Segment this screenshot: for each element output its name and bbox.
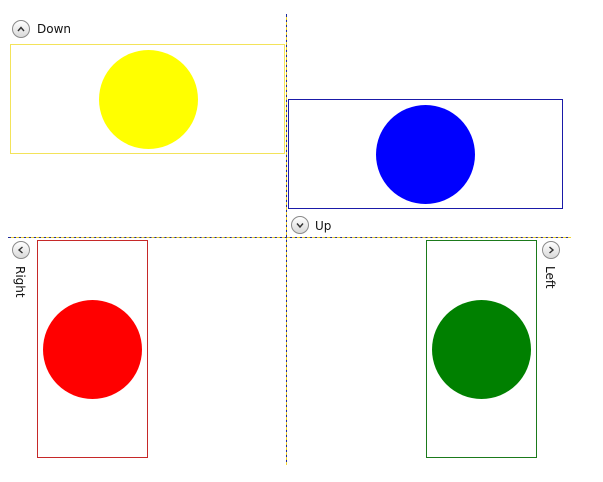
chevron-left-icon — [17, 246, 23, 254]
chevron-up-icon — [17, 26, 25, 32]
expander-left-content — [426, 240, 537, 458]
expander-right-header[interactable]: Right — [13, 266, 27, 298]
expander-left-toggle[interactable] — [542, 241, 560, 259]
blue-circle — [376, 105, 475, 204]
horizontal-grid-line — [8, 237, 568, 238]
green-circle — [432, 300, 531, 399]
chevron-right-icon — [549, 246, 555, 254]
window-content: Down Up Right Left — [0, 0, 603, 482]
expander-down-header[interactable]: Down — [37, 22, 71, 36]
expander-up-content — [288, 99, 563, 209]
expander-left-header[interactable]: Left — [543, 266, 557, 289]
expander-right-content — [37, 240, 148, 458]
expander-up-header[interactable]: Up — [315, 219, 331, 233]
yellow-circle — [99, 50, 198, 149]
expander-down-content — [10, 44, 285, 154]
expander-up-toggle[interactable] — [291, 216, 309, 234]
expander-right-toggle[interactable] — [12, 241, 30, 259]
expander-down-toggle[interactable] — [12, 20, 30, 38]
chevron-down-icon — [296, 223, 304, 229]
red-circle — [43, 300, 142, 399]
